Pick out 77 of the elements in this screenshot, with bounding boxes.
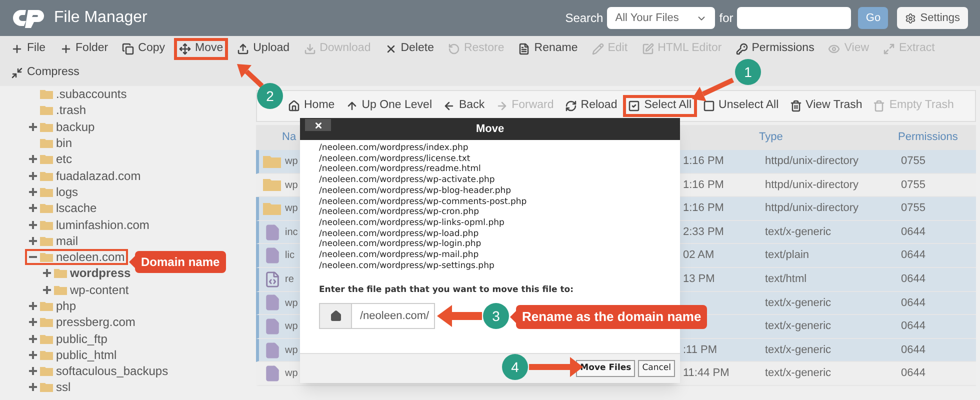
file-path: /neoleen.com/wordpress/index.php: [319, 143, 470, 154]
modified-date: 1:16 PM: [683, 202, 724, 214]
folder-name: fuadalazad.com: [56, 168, 141, 185]
file-type: httpd/unix-directory: [764, 201, 860, 216]
file-name: wp: [285, 156, 298, 168]
folder-name: .trash: [56, 102, 86, 120]
folder-name: lscache: [56, 200, 97, 218]
folder-name: ssl: [56, 379, 71, 396]
file-path: /neoleen.com/wordpress/wp-cron.php: [319, 207, 480, 218]
file-type: text/x-generic: [764, 342, 832, 358]
file-path: /neoleen.com/wordpress/wp-blog-header.php: [319, 186, 512, 197]
permissions: 0644: [901, 296, 926, 311]
file-name: wp: [285, 298, 298, 309]
file-path: /neoleen.com/wordpress/license.txt: [319, 154, 472, 164]
file-path: /neoleen.com/wordpress/wp-comments-post.php: [319, 196, 528, 208]
permissions: 0644: [901, 319, 926, 334]
file-type: text/x-generic: [764, 319, 832, 334]
permissions: 0644: [901, 342, 926, 358]
file-type: text/x-generic: [764, 366, 832, 382]
modified-date: :11 PM: [683, 344, 718, 356]
modified-date: 1:16 PM: [683, 178, 724, 191]
file-type: text/x-generic: [764, 296, 832, 311]
modified-date: 02 AM: [683, 249, 714, 262]
permissions: 0644: [901, 272, 926, 288]
folder-name: public_ftp: [56, 330, 108, 348]
modified-date: 1:16 PM: [683, 155, 724, 168]
file-path: /neoleen.com/wordpress/wp-settings.php: [319, 260, 496, 272]
folder-name: softaculous_backups: [56, 363, 168, 380]
file-path: /neoleen.com/wordpress/wp-login.php: [319, 239, 482, 250]
dialog-title: Move: [476, 122, 504, 137]
folder-name: mail: [56, 232, 78, 250]
file-type: text/html: [764, 272, 808, 288]
file-path: /neoleen.com/wordpress/readme.html: [319, 164, 482, 176]
folder-name: logs: [56, 184, 78, 201]
file-name: inc: [285, 226, 298, 238]
permissions: 0644: [901, 224, 926, 240]
permissions: 0755: [901, 178, 926, 193]
file-type: text/x-generic: [764, 224, 832, 240]
file-path: /neoleen.com/wordpress/wp-load.php: [319, 228, 480, 240]
folder-name: pressberg.com: [56, 314, 136, 332]
file-type: text/plain: [764, 248, 810, 264]
folder-name: .subaccounts: [56, 86, 127, 104]
file-name: wp: [285, 368, 298, 380]
destination-value: /neoleen.com/: [359, 308, 430, 324]
folder-name: backup: [56, 118, 95, 136]
folder-name: wordpress: [70, 265, 131, 282]
folder-name: bin: [56, 135, 72, 152]
app-title: File Manager: [54, 8, 148, 28]
permissions: 0755: [901, 154, 926, 170]
destination-prompt: Enter the file path that you want to move this file to:: [318, 284, 575, 297]
folder-name: php: [56, 298, 76, 315]
file-path: /neoleen.com/wordpress/wp-activate.php: [319, 175, 496, 186]
modified-date: 11:44 PM: [683, 367, 730, 380]
file-path: /neoleen.com/wordpress/wp-links-opml.php: [319, 218, 506, 229]
file-name: wp: [285, 321, 298, 332]
folder-name: etc: [56, 151, 72, 168]
folder-name: wp-content: [70, 282, 129, 299]
folder-name: neoleen.com: [56, 249, 125, 266]
file-name: wp: [285, 203, 298, 214]
callout-label: Domain name: [129, 251, 226, 273]
file-name: wp: [285, 180, 298, 191]
file-path: /neoleen.com/wordpress/wp-mail.php: [319, 250, 480, 261]
for-label: for: [719, 10, 734, 27]
folder-name: public_html: [56, 346, 117, 364]
permissions: 0755: [901, 201, 926, 216]
file-type: httpd/unix-directory: [764, 154, 860, 170]
modified-date: 2:33 PM: [683, 226, 724, 238]
permissions: 0644: [901, 366, 926, 382]
file-type: httpd/unix-directory: [764, 178, 860, 193]
modified-date: 13 PM: [683, 273, 715, 286]
file-name: lic: [285, 250, 294, 262]
file-name: wp: [285, 344, 298, 356]
folder-name: luminfashion.com: [56, 216, 150, 234]
search-label: Search: [565, 10, 604, 27]
callout-label: Rename as the domain name: [510, 305, 708, 329]
permissions: 0644: [901, 248, 926, 264]
file-name: re: [285, 274, 294, 286]
